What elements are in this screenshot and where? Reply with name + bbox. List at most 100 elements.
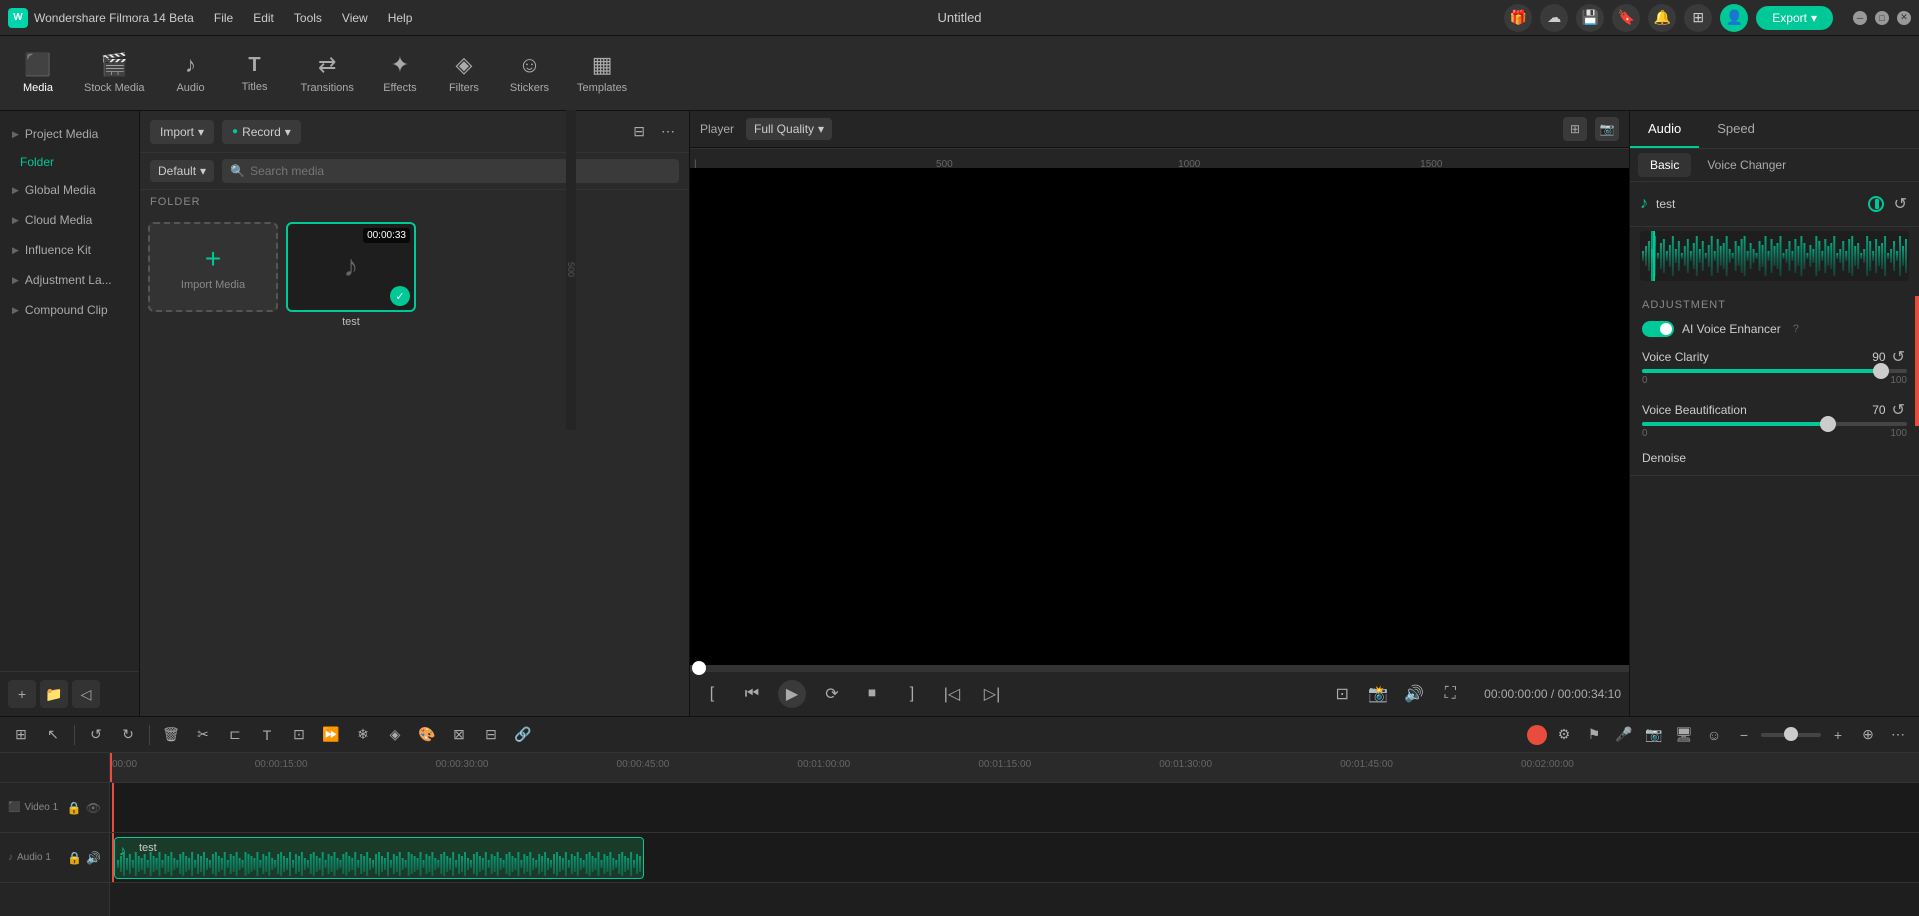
track-content-audio1[interactable]: ♪ test — [110, 833, 1919, 883]
media-item-test[interactable]: ♪ 00:00:33 ✓ test — [286, 222, 416, 708]
snapshot2-button[interactable]: 📸 — [1364, 680, 1392, 708]
layout-icon[interactable]: ⊞ — [1563, 117, 1587, 141]
reset-voice-beautification-button[interactable]: ↺ — [1890, 398, 1907, 422]
fit-screen-button[interactable]: ⊡ — [1328, 680, 1356, 708]
undo-button[interactable]: ↺ — [83, 722, 109, 748]
bracket-right-button[interactable]: ] — [898, 680, 926, 708]
bookmark-icon[interactable]: 🔖 — [1612, 4, 1640, 32]
volume-button[interactable]: 🔊 — [1400, 680, 1428, 708]
mark-out-button[interactable]: ▷| — [978, 680, 1006, 708]
subtab-basic[interactable]: Basic — [1638, 153, 1691, 177]
track-audio-lock-icon[interactable]: 🔒 — [67, 851, 82, 865]
tl-more-button[interactable]: ⋯ — [1885, 722, 1911, 748]
sidebar-item-compound-clip[interactable]: ▶ Compound Clip — [0, 295, 139, 325]
sidebar-item-adjustment-la[interactable]: ▶ Adjustment La... — [0, 265, 139, 295]
track-audio-mute-icon[interactable]: 🔊 — [86, 851, 101, 865]
import-button[interactable]: Import ▾ — [150, 120, 214, 144]
track-lock-icon[interactable]: 🔒 — [67, 801, 82, 815]
help-icon[interactable]: ? — [1793, 323, 1799, 335]
voice-beautification-thumb[interactable] — [1820, 416, 1836, 432]
reset-audio-button[interactable]: ↺ — [1892, 192, 1909, 216]
sidebar-item-project-media[interactable]: ▶ Project Media — [0, 119, 139, 149]
user-avatar[interactable]: 👤 — [1720, 4, 1748, 32]
toolbar-effects[interactable]: ✦ Effects — [370, 44, 430, 102]
color-button[interactable]: 🎨 — [414, 722, 440, 748]
add-clip-button[interactable]: ⊕ — [1855, 722, 1881, 748]
audio-clip[interactable]: ♪ test — [114, 837, 644, 879]
collapse-sidebar-button[interactable]: ◁ — [72, 680, 100, 708]
toolbar-templates[interactable]: ▦ Templates — [565, 44, 639, 102]
toolbar-media[interactable]: ⬛ Media — [8, 44, 68, 102]
camera-button[interactable]: 📷 — [1641, 722, 1667, 748]
tab-audio[interactable]: Audio — [1630, 111, 1699, 148]
gift-icon[interactable]: 🎁 — [1504, 4, 1532, 32]
bell-icon[interactable]: 🔔 — [1648, 4, 1676, 32]
flag-button[interactable]: ⚑ — [1581, 722, 1607, 748]
redo-button[interactable]: ↻ — [115, 722, 141, 748]
sidebar-folder[interactable]: Folder — [0, 149, 139, 175]
skip-back-button[interactable]: ⏮ — [738, 680, 766, 708]
record-button[interactable]: ● Record ▾ — [222, 120, 301, 144]
toolbar-audio[interactable]: ♪ Audio — [161, 44, 221, 102]
select-tool-button[interactable]: ↖ — [40, 722, 66, 748]
new-folder-button[interactable]: + — [8, 680, 36, 708]
stop-button[interactable]: ⏹ — [858, 680, 886, 708]
search-input[interactable] — [222, 159, 679, 183]
zoom-slider[interactable] — [1761, 733, 1821, 737]
toolbar-stickers[interactable]: ☺ Stickers — [498, 44, 561, 102]
menu-tools[interactable]: Tools — [286, 7, 330, 29]
close-button[interactable]: ✕ — [1897, 11, 1911, 25]
toolbar-transitions[interactable]: ⇄ Transitions — [289, 44, 366, 102]
tab-speed[interactable]: Speed — [1699, 111, 1773, 148]
ai-voice-enhancer-toggle[interactable] — [1642, 321, 1674, 337]
playhead-indicator[interactable] — [1527, 725, 1547, 745]
bracket-left-button[interactable]: [ — [698, 680, 726, 708]
play-button[interactable]: ▶ — [778, 680, 806, 708]
menu-help[interactable]: Help — [380, 7, 421, 29]
quality-dropdown[interactable]: Full Quality ▾ — [746, 118, 832, 140]
sidebar-item-influence-kit[interactable]: ▶ Influence Kit — [0, 235, 139, 265]
save-icon[interactable]: 💾 — [1576, 4, 1604, 32]
maximize-button[interactable]: □ — [1875, 11, 1889, 25]
player-scrubber[interactable] — [690, 665, 1629, 671]
filter-button[interactable]: ⊟ — [629, 119, 649, 144]
mic-button[interactable]: 🎤 — [1611, 722, 1637, 748]
track-eye-icon[interactable]: 👁 — [86, 801, 101, 815]
ungroup-button[interactable]: ⊟ — [478, 722, 504, 748]
menu-edit[interactable]: Edit — [245, 7, 282, 29]
display-button[interactable]: 🖥 — [1671, 722, 1697, 748]
delete-button[interactable]: 🗑 — [158, 722, 184, 748]
import-media-tile[interactable]: + Import Media — [148, 222, 278, 312]
freeze-button[interactable]: ❄ — [350, 722, 376, 748]
snapshot-icon[interactable]: 📷 — [1595, 117, 1619, 141]
add-track-button[interactable]: ⊞ — [8, 722, 34, 748]
mask-button[interactable]: ◈ — [382, 722, 408, 748]
zoom-slider-thumb[interactable] — [1784, 727, 1798, 741]
settings-button[interactable]: ⚙ — [1551, 722, 1577, 748]
voice-beautification-slider[interactable] — [1642, 422, 1907, 426]
zoom-in-button[interactable]: + — [1825, 722, 1851, 748]
speed-button[interactable]: ⏩ — [318, 722, 344, 748]
track-content-video1[interactable] — [110, 783, 1919, 833]
scrubber-thumb[interactable] — [692, 661, 706, 675]
sidebar-item-global-media[interactable]: ▶ Global Media — [0, 175, 139, 205]
more-button[interactable]: ⋯ — [657, 119, 679, 144]
crop-button[interactable]: ⊡ — [286, 722, 312, 748]
voice-clarity-thumb[interactable] — [1873, 363, 1889, 379]
timeline-ruler[interactable]: 00:00 00:00:15:00 00:00:30:00 00:00:45:0… — [110, 753, 1919, 783]
sticker-button[interactable]: ☺ — [1701, 722, 1727, 748]
menu-file[interactable]: File — [206, 7, 241, 29]
sort-dropdown[interactable]: Default ▾ — [150, 160, 214, 182]
toolbar-stock-media[interactable]: 🎬 Stock Media — [72, 44, 157, 102]
audio-circle-indicator[interactable] — [1868, 196, 1884, 212]
link-button[interactable]: 🔗 — [510, 722, 536, 748]
group-button[interactable]: ⊠ — [446, 722, 472, 748]
toolbar-filters[interactable]: ◈ Filters — [434, 44, 494, 102]
toolbar-titles[interactable]: T Titles — [225, 46, 285, 101]
export-button[interactable]: Export ▾ — [1756, 6, 1833, 30]
cut-button[interactable]: ✂ — [190, 722, 216, 748]
split-audio-button[interactable]: ⊏ — [222, 722, 248, 748]
folder-button[interactable]: 📁 — [40, 680, 68, 708]
sidebar-item-cloud-media[interactable]: ▶ Cloud Media — [0, 205, 139, 235]
reset-voice-clarity-button[interactable]: ↺ — [1890, 345, 1907, 369]
